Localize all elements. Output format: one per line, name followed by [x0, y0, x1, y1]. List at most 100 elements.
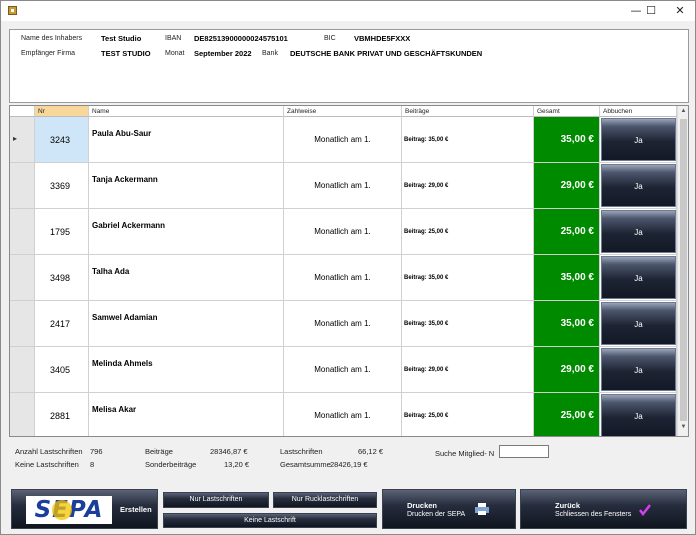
cell-nr: 2417 [35, 301, 89, 347]
scroll-up-arrow-icon[interactable]: ▲ [678, 108, 688, 114]
abbuchen-toggle-button[interactable]: Ja [601, 164, 676, 207]
cell-beitrag: Beitrag: 25,00 € [402, 209, 534, 255]
row-header[interactable] [10, 255, 35, 301]
iban-label: IBAN [165, 35, 182, 42]
cell-nr: 3405 [35, 347, 89, 393]
cell-name: Talha Ada [89, 255, 284, 301]
table-row[interactable]: 3498 Talha Ada Monatlich am 1. Beitrag: 35,… [10, 255, 677, 301]
row-header[interactable] [10, 163, 35, 209]
row-header[interactable] [10, 209, 35, 255]
keine-lastschrift-button[interactable]: Keine Lastschrift [163, 513, 377, 528]
sonderbeitraege-label: Sonderbeiträge [145, 460, 197, 469]
column-header-abbuchen[interactable]: Abbuchen [600, 106, 677, 117]
owner-value: Test Studio [101, 34, 142, 43]
members-grid: Nr Name Zahlweise Beiträge Gesamt Abbuch… [9, 105, 689, 437]
bic-label: BIC [324, 35, 336, 42]
column-header-beitraege[interactable]: Beiträge [402, 106, 534, 117]
row-header[interactable] [10, 393, 35, 436]
cell-nr: 3498 [35, 255, 89, 301]
abbuchen-toggle-button[interactable]: Ja [601, 118, 676, 161]
checkmark-icon [639, 504, 651, 517]
cell-zahlweise: Monatlich am 1. [284, 393, 402, 436]
sepa-erstellen-button[interactable]: SEPA Erstellen [11, 489, 158, 529]
column-header-nr[interactable]: Nr [35, 106, 89, 117]
row-selector-arrow-icon: ▸ [13, 134, 18, 143]
table-row[interactable]: 2417 Samwel Adamian Monatlich am 1. Beitrag… [10, 301, 677, 347]
drucken-button[interactable]: Drucken Drucken der SEPA [382, 489, 516, 529]
row-header-corner [10, 106, 35, 117]
app-icon [8, 6, 17, 15]
zurueck-subtitle: Schliessen des Fensters [555, 511, 632, 518]
anzahl-lastschriften-label: Anzahl Lastschriften [15, 447, 83, 456]
cell-gesamt: 35,00 € [534, 255, 600, 301]
cell-name: Samwel Adamian [89, 301, 284, 347]
scrollbar-thumb[interactable] [680, 119, 687, 421]
suche-mitglied-input[interactable] [499, 445, 549, 458]
cell-zahlweise: Monatlich am 1. [284, 163, 402, 209]
iban-value: DE82513900000024575101 [194, 34, 288, 43]
sonderbeitraege-value: 13,20 € [224, 460, 250, 469]
cell-gesamt: 25,00 € [534, 393, 600, 436]
vertical-scrollbar[interactable]: ▲ ▼ [677, 106, 688, 436]
zurueck-button[interactable]: Zurück Schliessen des Fensters [520, 489, 687, 529]
row-header[interactable] [10, 301, 35, 347]
cell-beitrag: Beitrag: 25,00 € [402, 393, 534, 436]
cell-beitrag: Beitrag: 29,00 € [402, 347, 534, 393]
beitraege-value: 28346,87 € [210, 447, 248, 456]
cell-abbuchen: Ja [600, 393, 677, 436]
abbuchen-toggle-button[interactable]: Ja [601, 302, 676, 345]
cell-gesamt: 29,00 € [534, 163, 600, 209]
cell-zahlweise: Monatlich am 1. [284, 301, 402, 347]
cell-nr: 3243 [35, 117, 89, 163]
table-row[interactable]: 1795 Gabriel Ackermann Monatlich am 1. Beit… [10, 209, 677, 255]
cell-beitrag: Beitrag: 35,00 € [402, 117, 534, 163]
bic-value: VBMHDE5FXXX [354, 34, 411, 43]
cell-gesamt: 35,00 € [534, 117, 600, 163]
lastschriften-label: Lastschriften [280, 447, 323, 456]
column-header-zahlweise[interactable]: Zahlweise [284, 106, 402, 117]
abbuchen-toggle-button[interactable]: Ja [601, 256, 676, 299]
cell-abbuchen: Ja [600, 117, 677, 163]
abbuchen-toggle-button[interactable]: Ja [601, 394, 676, 436]
cell-zahlweise: Monatlich am 1. [284, 117, 402, 163]
euro-icon [52, 500, 72, 520]
summary-panel: Anzahl Lastschriften 796 Keine Lastschri… [9, 439, 687, 479]
cell-nr: 3369 [35, 163, 89, 209]
row-header[interactable] [10, 347, 35, 393]
month-value: September 2022 [194, 49, 252, 58]
lastschriften-value: 66,12 € [358, 447, 384, 456]
close-button[interactable]: ✕ [665, 1, 695, 21]
account-info-panel: Name des Inhabers Test Studio IBAN DE825… [9, 29, 689, 103]
cell-nr: 2881 [35, 393, 89, 436]
cell-name: Paula Abu-Saur [89, 117, 284, 163]
nur-lastschriften-button[interactable]: Nur Lastschriften [163, 492, 269, 508]
month-label: Monat [165, 50, 185, 57]
abbuchen-toggle-button[interactable]: Ja [601, 210, 676, 253]
cell-name: Melisa Akar [89, 393, 284, 436]
title-bar: — ☐ ✕ [1, 1, 695, 21]
gesamtsumme-value: 28426,19 € [330, 460, 368, 469]
abbuchen-toggle-button[interactable]: Ja [601, 348, 676, 391]
beitraege-label: Beiträge [145, 447, 173, 456]
drucken-subtitle: Drucken der SEPA [407, 511, 466, 518]
cell-gesamt: 25,00 € [534, 209, 600, 255]
scroll-down-arrow-icon[interactable]: ▼ [678, 424, 688, 430]
cell-zahlweise: Monatlich am 1. [284, 209, 402, 255]
table-row[interactable]: 3405 Melinda Ahmels Monatlich am 1. Beitrag… [10, 347, 677, 393]
printer-icon [475, 503, 489, 515]
column-header-name[interactable]: Name [89, 106, 284, 117]
keine-lastschriften-label: Keine Lastschriften [15, 460, 79, 469]
drucken-title: Drucken [407, 501, 438, 510]
maximize-button[interactable]: ☐ [636, 1, 666, 21]
table-row[interactable]: ▸ 3243 Paula Abu-Saur Monatlich am 1. Beitra… [10, 117, 677, 163]
erstellen-label: Erstellen [120, 505, 152, 514]
owner-label: Name des Inhabers [21, 35, 83, 42]
sepa-window: — ☐ ✕ Name des Inhabers Test Studio IBAN… [0, 0, 696, 535]
nur-ruecklastschriften-button[interactable]: Nur Rucklastschriften [273, 492, 377, 508]
gesamtsumme-label: Gesamtsumme [280, 460, 331, 469]
table-row[interactable]: 2881 Melisa Akar Monatlich am 1. Beitrag: 2… [10, 393, 677, 436]
column-header-gesamt[interactable]: Gesamt [534, 106, 600, 117]
table-row[interactable]: 3369 Tanja Ackermann Monatlich am 1. Beitra… [10, 163, 677, 209]
cell-beitrag: Beitrag: 29,00 € [402, 163, 534, 209]
row-header[interactable]: ▸ [10, 117, 35, 163]
